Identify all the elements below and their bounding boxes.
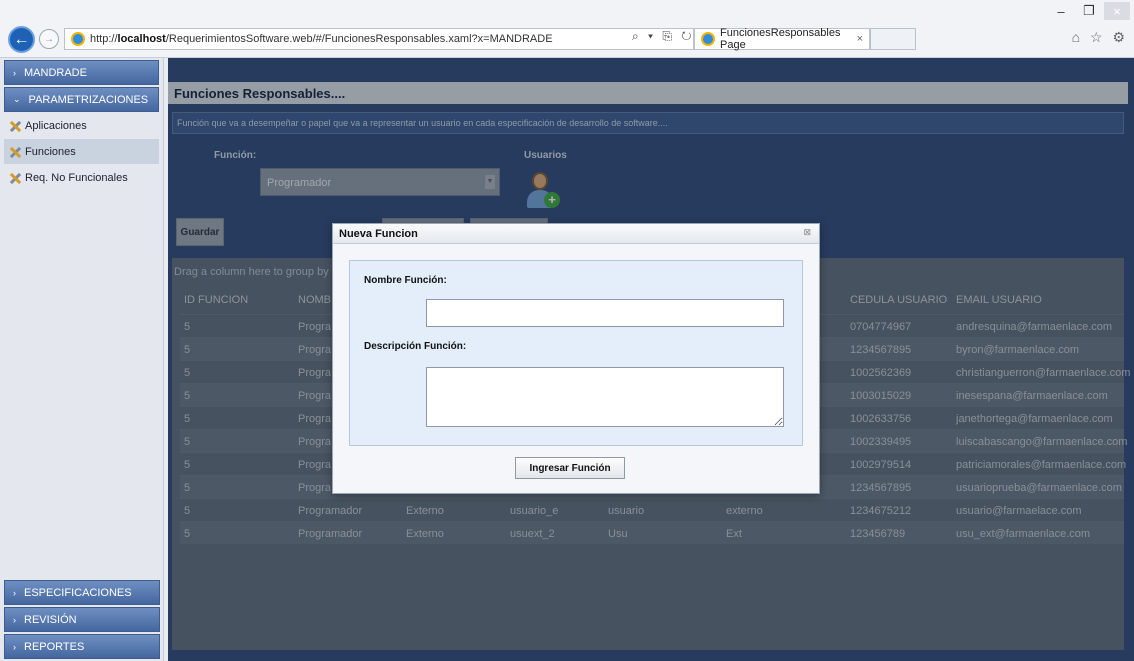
nombre-funcion-label: Nombre Función: bbox=[364, 275, 447, 286]
address-bar[interactable]: http://localhost/RequerimientosSoftware.… bbox=[64, 28, 694, 50]
ingresar-funcion-button[interactable]: Ingresar Función bbox=[515, 457, 625, 479]
dialog-title: Nueva Funcion bbox=[339, 228, 418, 240]
nombre-funcion-input[interactable] bbox=[426, 299, 784, 327]
sidebar-bottom-sections: › ESPECIFICACIONES › REVISIÓN › REPORTES bbox=[0, 578, 164, 661]
sidebar-item-label: Req. No Funcionales bbox=[25, 171, 128, 184]
descripcion-funcion-input[interactable] bbox=[426, 367, 784, 427]
sidebar: › MANDRADE ⌄ PARAMETRIZACIONES Aplicacio… bbox=[0, 58, 164, 661]
sidebar-section-revision[interactable]: › REVISIÓN bbox=[4, 607, 160, 632]
chevron-down-icon: ⌄ bbox=[13, 94, 21, 104]
maximize-button[interactable]: ❐ bbox=[1076, 2, 1102, 20]
sidebar-section-label: PARAMETRIZACIONES bbox=[28, 93, 149, 106]
tools-icon bbox=[8, 145, 22, 159]
close-window-button[interactable]: × bbox=[1104, 2, 1130, 20]
descripcion-funcion-label: Descripción Función: bbox=[364, 341, 467, 352]
chevron-right-icon: › bbox=[13, 67, 16, 78]
minimize-button[interactable]: – bbox=[1048, 2, 1074, 20]
dialog-form-panel: Nombre Función: Descripción Función: bbox=[349, 260, 803, 446]
close-icon[interactable]: ⊠ bbox=[803, 227, 811, 238]
sidebar-item-aplicaciones[interactable]: Aplicaciones bbox=[4, 113, 159, 138]
window-controls: – ❐ × bbox=[1048, 2, 1130, 20]
arrow-left-icon: ← bbox=[13, 30, 30, 48]
chevron-right-icon: › bbox=[13, 587, 16, 598]
tools-icon bbox=[8, 119, 22, 133]
tab-close-icon[interactable]: × bbox=[857, 33, 863, 45]
sidebar-user-header[interactable]: › MANDRADE bbox=[4, 60, 159, 85]
new-tab-button[interactable] bbox=[870, 28, 916, 50]
arrow-right-icon: → bbox=[44, 33, 54, 45]
sidebar-item-req-no-funcionales[interactable]: Req. No Funcionales bbox=[4, 165, 159, 190]
sidebar-section-label: REVISIÓN bbox=[24, 613, 77, 626]
sidebar-user-label: MANDRADE bbox=[24, 66, 87, 79]
back-button[interactable]: ← bbox=[8, 26, 35, 53]
tab-title: FuncionesResponsables Page bbox=[720, 27, 841, 51]
sidebar-section-label: ESPECIFICACIONES bbox=[24, 586, 132, 599]
sidebar-item-label: Aplicaciones bbox=[25, 119, 87, 132]
url-prefix: http:// bbox=[90, 33, 118, 45]
dialog-title-bar[interactable]: Nueva Funcion ⊠ bbox=[333, 224, 819, 244]
browser-chrome: – ❐ × ← → http://localhost/Requerimiento… bbox=[0, 0, 1134, 58]
forward-button[interactable]: → bbox=[39, 29, 59, 49]
sidebar-section-label: REPORTES bbox=[24, 640, 85, 653]
address-tools-icons[interactable]: ⌕ ▾ ⎘ ↻ bbox=[632, 29, 694, 44]
sidebar-section-reportes[interactable]: › REPORTES bbox=[4, 634, 160, 659]
browser-tab[interactable]: FuncionesResponsables Page × bbox=[694, 27, 870, 51]
chevron-right-icon: › bbox=[13, 641, 16, 652]
sidebar-section-parametrizaciones[interactable]: ⌄ PARAMETRIZACIONES bbox=[4, 87, 159, 112]
sidebar-item-funciones[interactable]: Funciones bbox=[4, 139, 159, 164]
tools-icon bbox=[8, 171, 22, 185]
url-path: /RequerimientosSoftware.web/#/FuncionesR… bbox=[165, 33, 553, 45]
ie-icon bbox=[71, 32, 85, 46]
ie-icon bbox=[701, 32, 715, 46]
url-host: localhost bbox=[117, 33, 166, 45]
home-favorites-settings-icons[interactable]: ⌂ ☆ ⚙ bbox=[1072, 29, 1128, 46]
chevron-right-icon: › bbox=[13, 614, 16, 625]
sidebar-item-label: Funciones bbox=[25, 145, 76, 158]
nueva-funcion-dialog: Nueva Funcion ⊠ Nombre Función: Descripc… bbox=[332, 223, 820, 494]
sidebar-section-especificaciones[interactable]: › ESPECIFICACIONES bbox=[4, 580, 160, 605]
